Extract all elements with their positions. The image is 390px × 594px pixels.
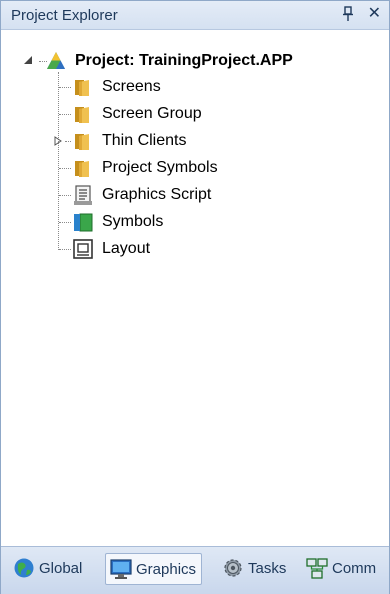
tree-item-label: Screen Group bbox=[102, 105, 202, 122]
folder-icon bbox=[75, 80, 89, 96]
tree-connector bbox=[59, 87, 71, 88]
tree-item-graphics-script[interactable]: Graphics Script bbox=[72, 182, 211, 208]
script-icon bbox=[74, 185, 92, 205]
tree-item-label: Layout bbox=[102, 240, 151, 257]
tree-item-screen-group[interactable]: Screen Group bbox=[72, 101, 202, 127]
panel-title: Project Explorer bbox=[11, 7, 118, 24]
tree-root-project[interactable]: Project: TrainingProject.APP bbox=[45, 48, 293, 74]
tab-comm[interactable]: Comm bbox=[303, 553, 379, 583]
tree-item-thin-clients[interactable]: Thin Clients bbox=[72, 128, 186, 154]
tree-connector bbox=[58, 72, 59, 250]
pin-icon[interactable] bbox=[341, 6, 355, 22]
close-icon[interactable]: ✕ bbox=[368, 4, 381, 24]
globe-icon bbox=[14, 558, 34, 578]
tree-item-label: Screens bbox=[102, 78, 161, 95]
tab-label: Global bbox=[39, 559, 83, 577]
tree-connector bbox=[59, 168, 71, 169]
expand-arrow-icon[interactable] bbox=[53, 136, 63, 146]
bottom-tab-bar: Global Graphics Tasks Comm bbox=[1, 546, 389, 594]
monitor-icon bbox=[110, 559, 132, 579]
folder-icon bbox=[75, 161, 89, 177]
tab-graphics[interactable]: Graphics bbox=[105, 553, 203, 585]
symbols-icon bbox=[74, 213, 93, 232]
tree-connector bbox=[59, 114, 71, 115]
network-icon bbox=[306, 558, 328, 579]
folder-icon bbox=[75, 134, 89, 150]
layout-icon bbox=[73, 239, 93, 259]
tree-connector bbox=[59, 222, 71, 223]
tree-item-screens[interactable]: Screens bbox=[72, 74, 161, 100]
tab-tasks[interactable]: Tasks bbox=[219, 553, 289, 583]
tab-label: Graphics bbox=[136, 560, 197, 578]
tree-root-label: Project: TrainingProject.APP bbox=[75, 52, 293, 69]
tree-item-label: Thin Clients bbox=[102, 132, 187, 149]
tree-connector bbox=[59, 249, 71, 250]
gear-icon bbox=[224, 559, 242, 577]
project-tree: Project: TrainingProject.APP Screens Scr… bbox=[1, 30, 389, 540]
collapse-arrow-icon[interactable] bbox=[23, 55, 33, 65]
tree-item-layout[interactable]: Layout bbox=[72, 236, 150, 262]
tree-item-symbols[interactable]: Symbols bbox=[72, 209, 163, 235]
folder-icon bbox=[75, 107, 89, 123]
tree-item-label: Graphics Script bbox=[102, 186, 212, 203]
tree-connector bbox=[65, 141, 71, 142]
tab-label: Tasks bbox=[248, 559, 287, 577]
tree-item-project-symbols[interactable]: Project Symbols bbox=[72, 155, 218, 181]
project-explorer-panel: Project Explorer ✕ Project: TrainingProj… bbox=[0, 0, 390, 594]
tab-label: Comm bbox=[332, 559, 377, 577]
project-icon bbox=[47, 52, 65, 69]
tab-global[interactable]: Global bbox=[11, 553, 86, 583]
panel-title-bar: Project Explorer ✕ bbox=[1, 1, 389, 30]
tree-item-label: Project Symbols bbox=[102, 159, 218, 176]
tree-connector bbox=[59, 195, 71, 196]
tree-item-label: Symbols bbox=[102, 213, 164, 230]
